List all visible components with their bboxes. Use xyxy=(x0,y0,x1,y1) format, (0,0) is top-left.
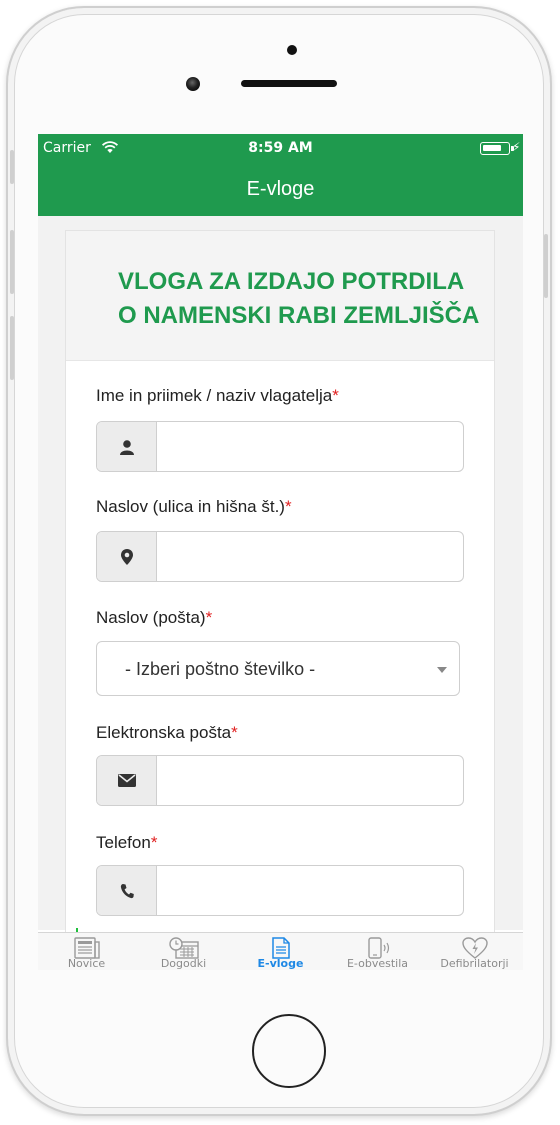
proximity-sensor xyxy=(287,45,297,55)
map-marker-icon xyxy=(97,532,157,581)
earpiece-speaker xyxy=(241,80,337,87)
heart-bolt-icon xyxy=(461,937,488,959)
front-camera xyxy=(186,77,200,91)
address-input[interactable] xyxy=(158,532,463,581)
tab-e-vloge[interactable]: E-vloge xyxy=(232,933,329,970)
tab-label: Defibrilatorji xyxy=(440,957,509,970)
home-button[interactable] xyxy=(252,1014,326,1088)
form-title-line-1: VLOGA ZA IZDAJO POTRDILA xyxy=(118,268,465,295)
newspaper-icon xyxy=(73,937,100,959)
email-input-group xyxy=(96,755,464,806)
user-icon xyxy=(97,422,157,471)
phone-vibrate-icon xyxy=(367,937,389,959)
form-title-line-2: O NAMENSKI RABI ZEMLJIŠČA xyxy=(118,302,480,329)
tab-label: E-vloge xyxy=(257,957,304,970)
tab-e-obvestila[interactable]: E-obvestila xyxy=(329,933,426,970)
email-input[interactable] xyxy=(158,756,463,805)
tab-defibrilatorji[interactable]: Defibrilatorji xyxy=(426,933,523,970)
battery-icon xyxy=(480,142,514,155)
tab-dogodki[interactable]: Dogodki xyxy=(135,933,232,970)
form-title: VLOGA ZA IZDAJO POTRDILA O NAMENSKI RABI… xyxy=(118,265,488,333)
name-field-label: Ime in priimek / naziv vlagatelja* xyxy=(96,386,339,405)
address-field-label: Naslov (ulica in hišna št.)* xyxy=(96,497,292,516)
phone-field-label: Telefon* xyxy=(96,833,158,852)
volume-down-button xyxy=(10,316,14,380)
caret-down-icon xyxy=(437,667,447,673)
name-input-group xyxy=(96,421,464,472)
tab-label: Dogodki xyxy=(160,957,207,970)
app-screen: Carrier 8:59 AM ⚡ E-vloge VLOGA ZA IZDAJ… xyxy=(38,134,523,970)
tab-label: Novice xyxy=(67,957,106,970)
content-area[interactable]: VLOGA ZA IZDAJO POTRDILA O NAMENSKI RABI… xyxy=(38,216,523,950)
status-time: 8:59 AM xyxy=(248,140,313,156)
calendar-clock-icon xyxy=(168,937,199,959)
charging-bolt-icon: ⚡ xyxy=(512,140,521,154)
envelope-icon xyxy=(97,756,157,805)
phone-input-group xyxy=(96,865,464,916)
power-button xyxy=(544,234,548,298)
post-code-select-value: - Izberi poštno številko - xyxy=(125,659,316,679)
document-icon xyxy=(271,937,290,959)
volume-up-button xyxy=(10,230,14,294)
mute-switch xyxy=(10,150,14,184)
tab-bar: Novice Dogodki E-vloge E-obvestila Defib… xyxy=(38,932,523,970)
navigation-bar: Carrier 8:59 AM ⚡ E-vloge xyxy=(38,134,523,216)
address-input-group xyxy=(96,531,464,582)
post-code-select[interactable]: - Izberi poštno številko - xyxy=(96,641,460,696)
form-header: VLOGA ZA IZDAJO POTRDILA O NAMENSKI RABI… xyxy=(66,231,494,361)
post-field-label: Naslov (pošta)* xyxy=(96,608,213,627)
tab-novice[interactable]: Novice xyxy=(38,933,135,970)
email-field-label: Elektronska pošta* xyxy=(96,723,238,742)
page-title: E-vloge xyxy=(246,178,315,200)
tab-label: E-obvestila xyxy=(346,957,408,970)
phone-input[interactable] xyxy=(158,866,463,915)
phone-icon xyxy=(97,866,157,915)
name-input[interactable] xyxy=(158,422,463,471)
form-card: VLOGA ZA IZDAJO POTRDILA O NAMENSKI RABI… xyxy=(65,230,495,950)
